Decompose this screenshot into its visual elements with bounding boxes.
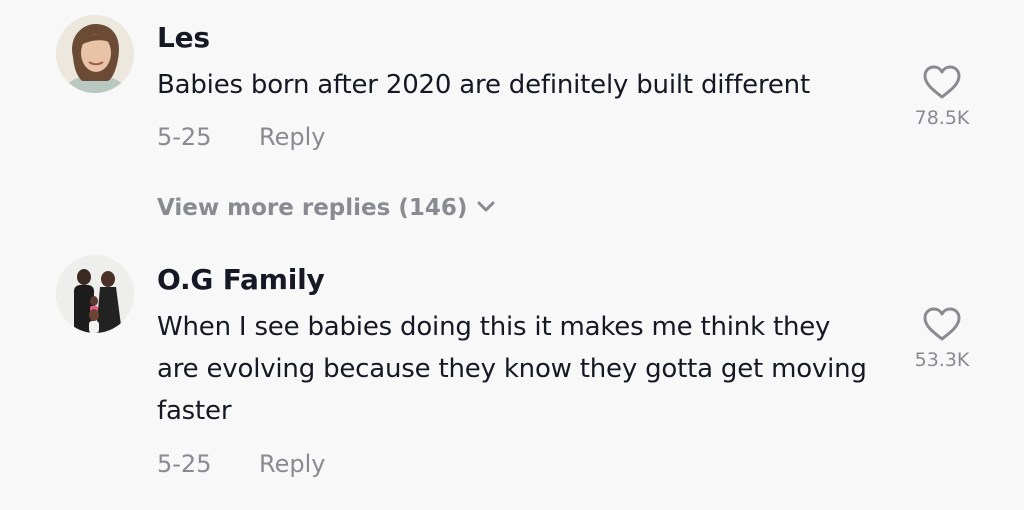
view-more-label: View more replies (146) <box>157 195 468 221</box>
comment-username[interactable]: O.G Family <box>157 263 325 297</box>
comment-text: Babies born after 2020 are definitely bu… <box>157 70 810 100</box>
chevron-down-icon <box>477 201 495 212</box>
comment-date: 5-25 <box>157 450 212 478</box>
avatar-photo <box>56 255 134 333</box>
comment-meta: 5-25 Reply <box>157 449 325 479</box>
comment-meta: 5-25 Reply <box>157 122 325 152</box>
comment-username[interactable]: Les <box>157 21 210 55</box>
heart-outline-icon[interactable] <box>922 306 962 342</box>
avatar[interactable] <box>56 255 134 333</box>
like-count: 78.5K <box>914 107 970 129</box>
like-control: 78.5K <box>900 64 984 130</box>
view-more-replies-button[interactable]: View more replies (146) <box>157 193 495 223</box>
avatar[interactable] <box>56 15 134 93</box>
like-count: 53.3K <box>914 349 970 371</box>
reply-button[interactable]: Reply <box>259 449 325 479</box>
comment-date: 5-25 <box>157 123 212 151</box>
reply-button[interactable]: Reply <box>259 122 325 152</box>
comments-page: Les Babies born after 2020 are definitel… <box>0 0 1024 510</box>
comment-text: When I see babies doing this it makes me… <box>157 312 867 426</box>
avatar-photo <box>56 15 134 93</box>
like-control: 53.3K <box>900 306 984 372</box>
heart-outline-icon[interactable] <box>922 64 962 100</box>
